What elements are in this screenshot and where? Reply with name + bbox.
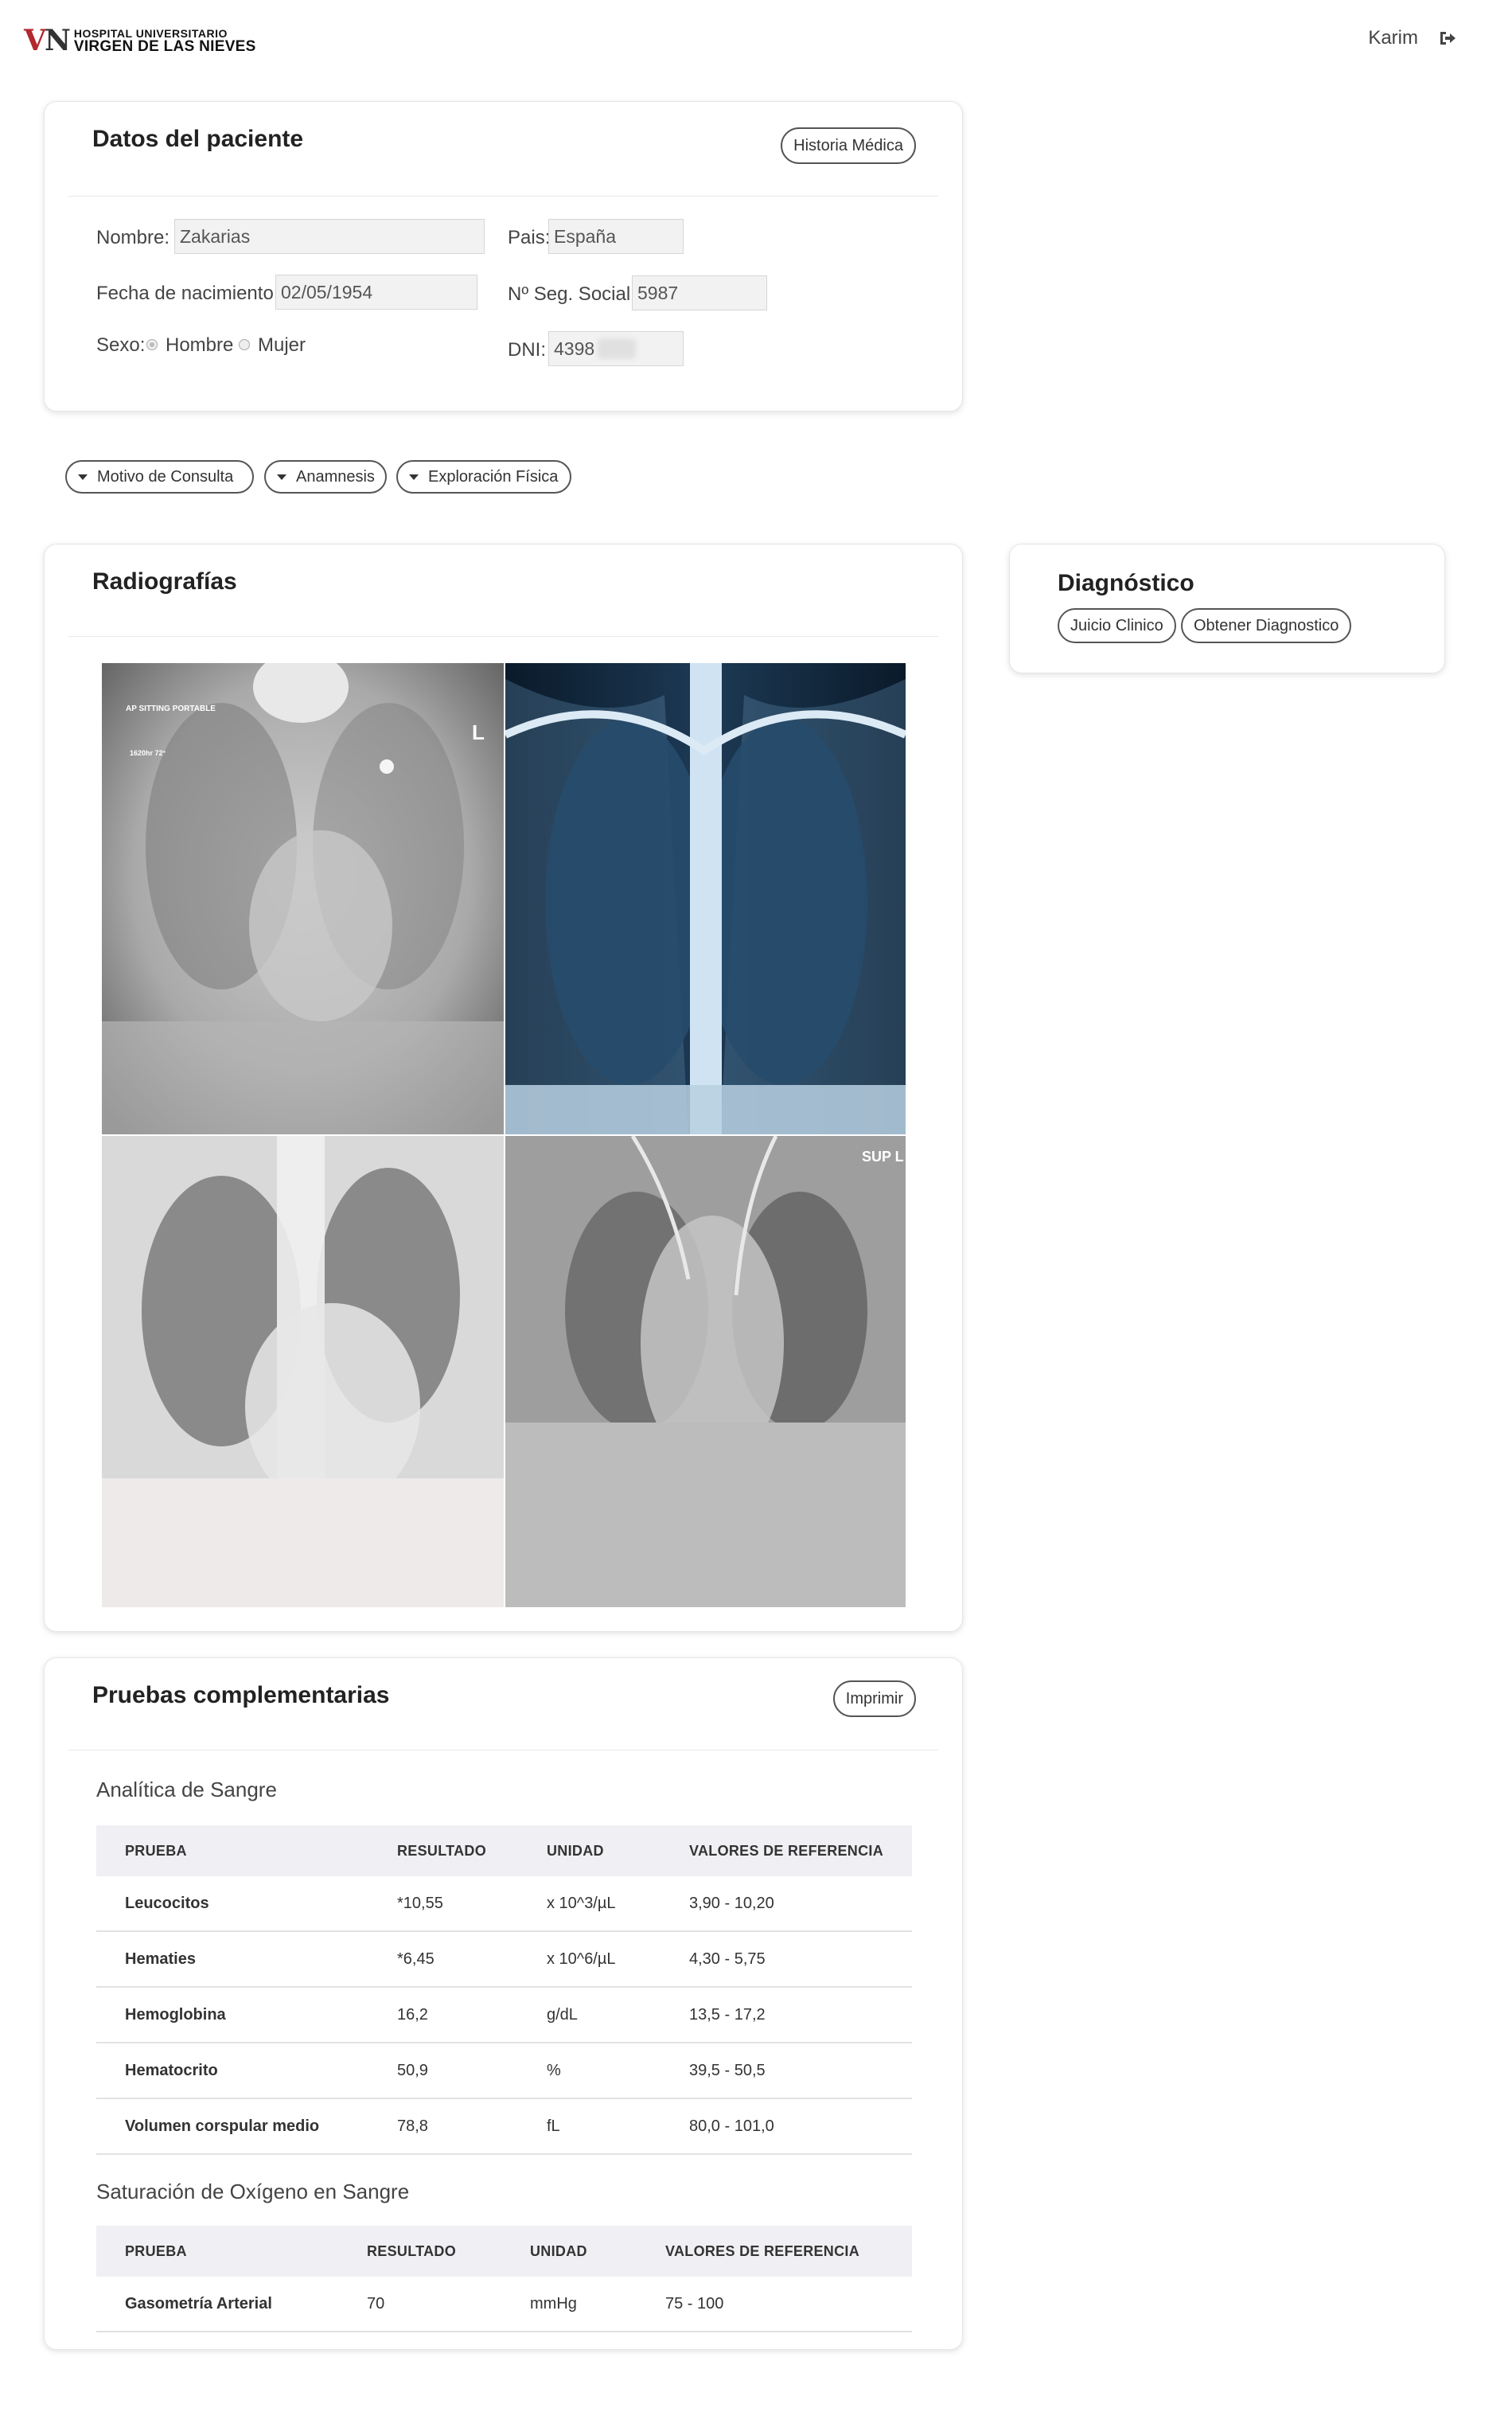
dni-label: DNI: (508, 339, 546, 361)
logo-line1: HOSPITAL UNIVERSITARIO (73, 26, 228, 40)
saturacion-oxigeno-title: Saturación de Oxígeno en Sangre (96, 2180, 410, 2203)
col-referencia: VALORES DE REFERENCIA (689, 1842, 883, 1859)
patient-card: Datos del paciente Historia Médica Nombr… (44, 101, 963, 412)
xray-pa-chest[interactable] (505, 663, 906, 1134)
diagnostico-card: Diagnóstico Juicio Clinico Obtener Diagn… (1009, 544, 1445, 673)
table-header: PRUEBA RESULTADO UNIDAD VALORES DE REFER… (96, 2226, 912, 2277)
saturacion-oxigeno-table: PRUEBA RESULTADO UNIDAD VALORES DE REFER… (96, 2226, 912, 2332)
analitica-sangre-title: Analítica de Sangre (96, 1778, 277, 1801)
xray-label: 1620hr 72° (130, 749, 166, 757)
nombre-label: Nombre: (96, 227, 170, 248)
seg-label: Nº Seg. Social: (508, 283, 636, 305)
table-header: PRUEBA RESULTADO UNIDAD VALORES DE REFER… (96, 1825, 912, 1876)
sexo-option-mujer: Mujer (258, 334, 306, 356)
sexo-option-hombre: Hombre (166, 334, 234, 356)
juicio-clinico-button[interactable]: Juicio Clinico (1058, 608, 1176, 643)
col-unidad: UNIDAD (530, 2242, 587, 2259)
xray-label: SUP L (862, 1149, 904, 1165)
collapse-motivo-consulta[interactable]: Motivo de Consulta (65, 460, 254, 494)
obtener-diagnostico-button[interactable]: Obtener Diagnostico (1181, 608, 1352, 643)
xray-label: L (472, 720, 485, 744)
col-resultado: RESULTADO (367, 2242, 457, 2259)
dni-redaction (598, 338, 636, 359)
pais-field[interactable] (548, 219, 684, 254)
logo-mark: VVNN (24, 24, 71, 57)
chevron-down-icon (277, 474, 286, 480)
print-button[interactable]: Imprimir (832, 1680, 916, 1717)
diagnostico-title: Diagnóstico (1058, 570, 1194, 596)
radiografias-title: Radiografías (92, 568, 237, 595)
seg-field[interactable] (632, 275, 767, 310)
logout-icon[interactable] (1439, 30, 1456, 46)
nombre-field[interactable] (174, 219, 485, 254)
fecha-field[interactable] (275, 275, 477, 310)
col-prueba: PRUEBA (125, 2242, 187, 2259)
divider (68, 196, 938, 197)
table-row: Volumen corspular medio 78,8 fL 80,0 - 1… (96, 2099, 912, 2155)
col-unidad: UNIDAD (547, 1842, 604, 1859)
chevron-down-icon (409, 474, 419, 480)
table-row: Hemoglobina 16,2 g/dL 13,5 - 17,2 (96, 1988, 912, 2043)
collapse-anamnesis[interactable]: Anamnesis (264, 460, 387, 494)
divider (68, 636, 938, 637)
user-name[interactable]: Karim (1368, 27, 1418, 49)
xray-supine[interactable]: SUP L (505, 1136, 906, 1607)
xray-ap-sitting-portable[interactable]: AP SITTING PORTABLE 1620hr 72° L (102, 663, 504, 1134)
table-row: Gasometría Arterial 70 mmHg 75 - 100 (96, 2277, 912, 2332)
hospital-logo[interactable]: VVNN HOSPITAL UNIVERSITARIO VIRGEN DE LA… (24, 24, 256, 57)
radio-hombre[interactable] (146, 339, 158, 350)
radio-mujer[interactable] (239, 339, 250, 350)
col-referencia: VALORES DE REFERENCIA (665, 2242, 859, 2259)
xray-chest-3[interactable] (102, 1136, 504, 1607)
radiografias-card: Radiografías AP SITTING PORTABLE 1620hr … (44, 544, 963, 1632)
history-button[interactable]: Historia Médica (781, 127, 916, 164)
user-area: Karim (1368, 27, 1456, 49)
pruebas-title: Pruebas complementarias (92, 1682, 390, 1708)
table-row: Hematocrito 50,9 % 39,5 - 50,5 (96, 2043, 912, 2099)
table-row: Hematies *6,45 x 10^6/µL 4,30 - 5,75 (96, 1932, 912, 1988)
table-row: Leucocitos *10,55 x 10^3/µL 3,90 - 10,20 (96, 1876, 912, 1932)
col-prueba: PRUEBA (125, 1842, 187, 1859)
xray-label: AP SITTING PORTABLE (126, 704, 216, 713)
logo-line2: VIRGEN DE LAS NIEVES (73, 37, 256, 55)
col-resultado: RESULTADO (397, 1842, 487, 1859)
pruebas-card: Pruebas complementarias Imprimir Analíti… (44, 1657, 963, 2350)
analitica-sangre-table: PRUEBA RESULTADO UNIDAD VALORES DE REFER… (96, 1825, 912, 2155)
patient-title: Datos del paciente (92, 126, 304, 152)
pais-label: Pais: (508, 227, 551, 248)
chevron-down-icon (78, 474, 88, 480)
collapse-exploracion-fisica[interactable]: Exploración Física (396, 460, 571, 494)
fecha-label: Fecha de nacimiento: (96, 283, 279, 304)
sexo-label: Sexo: (96, 334, 146, 356)
